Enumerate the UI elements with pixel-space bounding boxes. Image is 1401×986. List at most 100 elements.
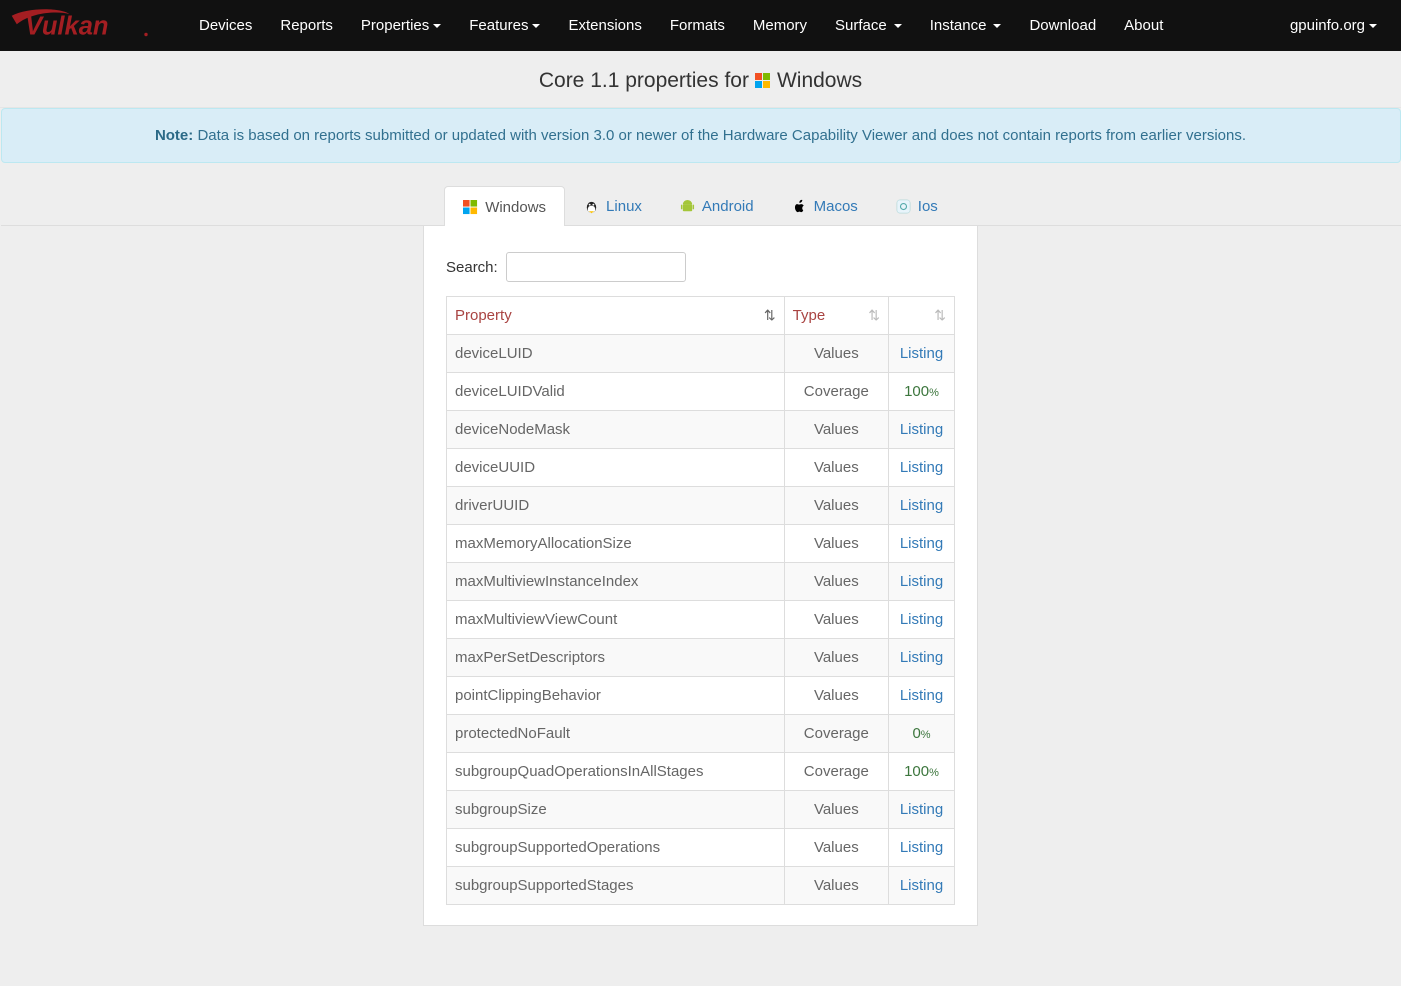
tab-linux[interactable]: Linux bbox=[565, 185, 661, 225]
property-cell: maxMemoryAllocationSize bbox=[447, 525, 785, 563]
nav-item-instance[interactable]: Instance bbox=[916, 2, 1016, 49]
property-cell: deviceUUID bbox=[447, 449, 785, 487]
value-cell: Listing bbox=[889, 449, 955, 487]
property-cell: maxPerSetDescriptors bbox=[447, 639, 785, 677]
table-row: pointClippingBehaviorValuesListing bbox=[447, 677, 955, 715]
nav-item-surface[interactable]: Surface bbox=[821, 2, 916, 49]
top-navbar: Vulkan Devices Reports Properties Features E… bbox=[0, 0, 1401, 51]
nav-item-about[interactable]: About bbox=[1110, 2, 1177, 49]
properties-table: Property ⇅ Type ⇅ ⇅ deviceLUIDValuesList… bbox=[446, 296, 955, 905]
nav-item-label: Devices bbox=[199, 17, 252, 34]
value-cell: Listing bbox=[889, 411, 955, 449]
property-cell: subgroupSupportedStages bbox=[447, 867, 785, 905]
table-row: driverUUIDValuesListing bbox=[447, 487, 955, 525]
nav-item-features[interactable]: Features bbox=[455, 2, 554, 49]
nav-item-label: Memory bbox=[753, 17, 807, 34]
tab-macos[interactable]: Macos bbox=[773, 185, 877, 225]
col-property-header[interactable]: Property ⇅ bbox=[447, 297, 785, 335]
coverage-percent: 100% bbox=[904, 383, 939, 400]
nav-item-reports[interactable]: Reports bbox=[266, 2, 347, 49]
value-cell: Listing bbox=[889, 335, 955, 373]
listing-link[interactable]: Listing bbox=[900, 535, 943, 552]
sort-asc-icon: ⇅ bbox=[764, 307, 776, 324]
table-row: maxMemoryAllocationSizeValues Listing bbox=[447, 525, 955, 563]
col-type-header[interactable]: Type ⇅ bbox=[784, 297, 888, 335]
table-row: subgroupSupportedStagesValuesListing bbox=[447, 867, 955, 905]
property-cell: deviceLUID bbox=[447, 335, 785, 373]
property-cell: protectedNoFault bbox=[447, 715, 785, 753]
col-property-label: Property bbox=[455, 307, 512, 324]
coverage-percent: 100% bbox=[904, 763, 939, 780]
svg-text:Vulkan: Vulkan bbox=[25, 12, 108, 40]
nav-item-label: Surface bbox=[835, 17, 887, 34]
linux-icon bbox=[584, 199, 599, 214]
nav-item-label: Properties bbox=[361, 17, 429, 34]
page-title-os: Windows bbox=[777, 69, 862, 93]
property-cell: subgroupSize bbox=[447, 791, 785, 829]
type-cell: Values bbox=[784, 829, 888, 867]
property-cell: maxMultiviewInstanceIndex bbox=[447, 563, 785, 601]
windows-icon bbox=[755, 73, 771, 89]
type-cell: Values bbox=[784, 335, 888, 373]
nav-item-label: Formats bbox=[670, 17, 725, 34]
listing-link[interactable]: Listing bbox=[900, 801, 943, 818]
tab-windows[interactable]: Windows bbox=[444, 186, 565, 226]
coverage-percent: 0% bbox=[912, 725, 930, 742]
type-cell: Values bbox=[784, 563, 888, 601]
table-row: maxMultiviewInstanceIndexValues Listing bbox=[447, 563, 955, 601]
page-title-prefix: Core 1.1 properties for bbox=[539, 69, 749, 93]
nav-item-formats[interactable]: Formats bbox=[656, 2, 739, 49]
table-row: maxPerSetDescriptorsValues Listing bbox=[447, 639, 955, 677]
listing-link[interactable]: Listing bbox=[900, 877, 943, 894]
tab-label: Linux bbox=[606, 198, 642, 215]
alert-label: Note: bbox=[155, 127, 193, 144]
table-row: maxMultiviewViewCountValues Listing bbox=[447, 601, 955, 639]
nav-item-memory[interactable]: Memory bbox=[739, 2, 821, 49]
table-row: protectedNoFaultCoverage 0% bbox=[447, 715, 955, 753]
listing-link[interactable]: Listing bbox=[900, 611, 943, 628]
os-tabs: Windows Linux AndroidMacosIos bbox=[1, 185, 1401, 226]
type-cell: Values bbox=[784, 791, 888, 829]
search-input[interactable] bbox=[506, 252, 686, 282]
table-row: subgroupQuadOperationsInAllStagesCoverag… bbox=[447, 753, 955, 791]
listing-link[interactable]: Listing bbox=[900, 459, 943, 476]
listing-link[interactable]: Listing bbox=[900, 649, 943, 666]
value-cell: Listing bbox=[889, 829, 955, 867]
listing-link[interactable]: Listing bbox=[900, 421, 943, 438]
chevron-down-icon bbox=[894, 24, 902, 28]
nav-item-download[interactable]: Download bbox=[1015, 2, 1110, 49]
type-cell: Values bbox=[784, 449, 888, 487]
nav-item-label: Download bbox=[1029, 17, 1096, 34]
value-cell: Listing bbox=[889, 791, 955, 829]
listing-link[interactable]: Listing bbox=[900, 573, 943, 590]
tab-android[interactable]: Android bbox=[661, 185, 773, 225]
type-cell: Values bbox=[784, 601, 888, 639]
listing-link[interactable]: Listing bbox=[900, 687, 943, 704]
nav-item-properties[interactable]: Properties bbox=[347, 2, 455, 49]
table-row: deviceNodeMaskValuesListing bbox=[447, 411, 955, 449]
nav-item-extensions[interactable]: Extensions bbox=[554, 2, 655, 49]
col-value-header[interactable]: ⇅ bbox=[889, 297, 955, 335]
nav-site-switcher[interactable]: gpuinfo.org bbox=[1276, 2, 1391, 49]
tab-ios[interactable]: Ios bbox=[877, 185, 957, 225]
nav-item-devices[interactable]: Devices bbox=[185, 2, 266, 49]
table-row: subgroupSizeValues Listing bbox=[447, 791, 955, 829]
listing-link[interactable]: Listing bbox=[900, 345, 943, 362]
property-cell: subgroupSupportedOperations bbox=[447, 829, 785, 867]
listing-link[interactable]: Listing bbox=[900, 839, 943, 856]
chevron-down-icon bbox=[1369, 24, 1377, 28]
nav-item-label: Extensions bbox=[568, 17, 641, 34]
type-cell: Coverage bbox=[784, 753, 888, 791]
type-cell: Values bbox=[784, 525, 888, 563]
value-cell: Listing bbox=[889, 867, 955, 905]
property-cell: maxMultiviewViewCount bbox=[447, 601, 785, 639]
page-title: Core 1.1 properties for Windows bbox=[0, 51, 1401, 108]
info-alert: Note: Data is based on reports submitted… bbox=[1, 108, 1401, 163]
type-cell: Coverage bbox=[784, 715, 888, 753]
value-cell: Listing bbox=[889, 677, 955, 715]
tab-label: Windows bbox=[485, 199, 546, 216]
brand-logo[interactable]: Vulkan bbox=[10, 9, 185, 43]
type-cell: Values bbox=[784, 639, 888, 677]
type-cell: Values bbox=[784, 487, 888, 525]
listing-link[interactable]: Listing bbox=[900, 497, 943, 514]
